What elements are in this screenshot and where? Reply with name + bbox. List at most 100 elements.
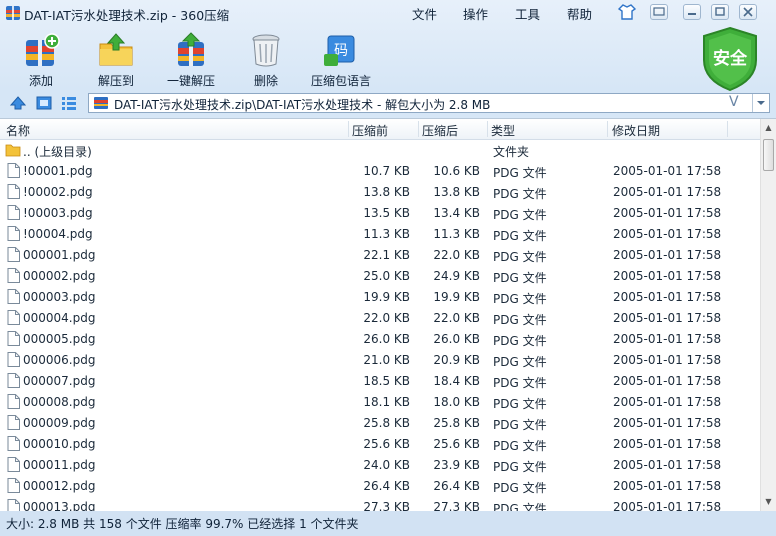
menu-file[interactable]: 文件	[412, 4, 437, 22]
file-name: 000001.pdg	[23, 248, 96, 262]
menu-tools[interactable]: 工具	[515, 4, 540, 22]
extract-to-icon	[99, 33, 133, 66]
scroll-thumb[interactable]	[763, 139, 774, 171]
file-icon	[7, 478, 20, 493]
file-type: PDG 文件	[493, 166, 547, 180]
list-view-icon[interactable]	[61, 95, 77, 111]
file-row[interactable]: 000010.pdg 25.6 KB 25.6 KB PDG 文件 2005-01-01…	[0, 433, 760, 454]
file-icon	[7, 373, 20, 388]
file-name: 000010.pdg	[23, 437, 96, 451]
file-modified: 2005-01-01 17:58	[613, 479, 722, 493]
feedback-button[interactable]	[650, 4, 668, 20]
file-icon	[7, 499, 20, 511]
file-modified: 2005-01-01 17:58	[613, 290, 722, 304]
file-name: 000013.pdg	[23, 500, 96, 511]
close-button[interactable]	[739, 4, 757, 20]
file-row[interactable]: 000009.pdg 25.8 KB 25.8 KB PDG 文件 2005-01-01…	[0, 412, 760, 433]
file-type: PDG 文件	[493, 292, 547, 306]
column-name[interactable]: 名称	[6, 122, 30, 139]
file-row[interactable]: !00001.pdg 10.7 KB 10.6 KB PDG 文件 2005-01-01…	[0, 160, 760, 181]
archive-language-icon: 码	[324, 35, 355, 66]
one-click-extract-button[interactable]: 一键解压	[161, 32, 221, 88]
file-icon	[7, 436, 20, 451]
parent-folder-row[interactable]: .. (上级目录) 文件夹	[0, 139, 760, 160]
file-modified: 2005-01-01 17:58	[613, 311, 722, 325]
file-name: !00004.pdg	[23, 227, 93, 241]
file-row[interactable]: 000012.pdg 26.4 KB 26.4 KB PDG 文件 2005-01-01…	[0, 475, 760, 496]
file-packed-size: 19.9 KB	[363, 290, 410, 304]
file-name: !00002.pdg	[23, 185, 93, 199]
file-name: !00001.pdg	[23, 164, 93, 178]
shirt-skin-icon[interactable]	[618, 4, 636, 20]
address-bar[interactable]: DAT-IAT污水处理技术.zip\DAT-IAT污水处理技术 - 解包大小为 …	[88, 93, 770, 113]
file-type: PDG 文件	[493, 418, 547, 432]
archive-icon	[94, 97, 108, 109]
scroll-down-arrow-icon[interactable]: ▼	[763, 497, 774, 508]
minimize-button[interactable]	[683, 4, 701, 20]
up-arrow-icon[interactable]	[10, 95, 26, 111]
app-logo-icon	[6, 6, 20, 20]
file-icon	[7, 331, 20, 346]
file-type: PDG 文件	[493, 271, 547, 285]
menu-operate[interactable]: 操作	[463, 4, 488, 22]
extract-to-button[interactable]: 解压到	[86, 32, 146, 88]
chevron-down-icon	[757, 101, 765, 105]
file-icon	[7, 184, 20, 199]
file-icon	[7, 457, 20, 472]
close-icon	[743, 7, 753, 17]
file-row[interactable]: 000008.pdg 18.1 KB 18.0 KB PDG 文件 2005-01-01…	[0, 391, 760, 412]
file-unpacked-size: 11.3 KB	[433, 227, 480, 241]
file-unpacked-size: 13.4 KB	[433, 206, 480, 220]
menu-help[interactable]: 帮助	[567, 4, 592, 22]
file-name: 000002.pdg	[23, 269, 96, 283]
status-bar: 大小: 2.8 MB 共 158 个文件 压缩率 99.7% 已经选择 1 个文…	[0, 512, 776, 536]
file-modified: 2005-01-01 17:58	[613, 437, 722, 451]
column-packed[interactable]: 压缩前	[352, 122, 388, 139]
add-button[interactable]: 添加	[11, 32, 71, 88]
file-row[interactable]: !00003.pdg 13.5 KB 13.4 KB PDG 文件 2005-01-01…	[0, 202, 760, 223]
column-modified[interactable]: 修改日期	[612, 122, 660, 139]
file-row[interactable]: !00002.pdg 13.8 KB 13.8 KB PDG 文件 2005-01-01…	[0, 181, 760, 202]
file-row[interactable]: 000004.pdg 22.0 KB 22.0 KB PDG 文件 2005-01-01…	[0, 307, 760, 328]
file-row[interactable]: 000006.pdg 21.0 KB 20.9 KB PDG 文件 2005-01-01…	[0, 349, 760, 370]
vertical-scrollbar[interactable]: ▲ ▼	[760, 119, 776, 511]
file-type: PDG 文件	[493, 397, 547, 411]
address-v-mark: V	[729, 94, 739, 110]
maximize-button[interactable]	[711, 4, 729, 20]
file-unpacked-size: 18.4 KB	[433, 374, 480, 388]
archive-language-button[interactable]: 码 压缩包语言	[311, 32, 371, 88]
file-row[interactable]: 000013.pdg 27.3 KB 27.3 KB PDG 文件 2005-01-01…	[0, 496, 760, 511]
file-row[interactable]: !00004.pdg 11.3 KB 11.3 KB PDG 文件 2005-01-01…	[0, 223, 760, 244]
address-row: DAT-IAT污水处理技术.zip\DAT-IAT污水处理技术 - 解包大小为 …	[0, 92, 776, 116]
file-icon	[7, 163, 20, 178]
security-shield[interactable]: 安全	[698, 26, 762, 92]
scroll-up-arrow-icon[interactable]: ▲	[763, 123, 774, 134]
file-type: PDG 文件	[493, 481, 547, 495]
file-row[interactable]: 000005.pdg 26.0 KB 26.0 KB PDG 文件 2005-01-01…	[0, 328, 760, 349]
file-modified: 2005-01-01 17:58	[613, 416, 722, 430]
file-row[interactable]: 000002.pdg 25.0 KB 24.9 KB PDG 文件 2005-01-01…	[0, 265, 760, 286]
security-label: 安全	[713, 49, 747, 69]
file-modified: 2005-01-01 17:58	[613, 374, 722, 388]
file-modified: 2005-01-01 17:58	[613, 248, 722, 262]
one-click-extract-icon	[178, 32, 204, 66]
column-unpacked[interactable]: 压缩后	[422, 122, 458, 139]
file-modified: 2005-01-01 17:58	[613, 353, 722, 367]
trash-can-icon	[252, 34, 280, 67]
thumbnail-view-icon[interactable]	[36, 95, 52, 111]
address-dropdown[interactable]	[752, 94, 769, 112]
file-type: PDG 文件	[493, 187, 547, 201]
file-row[interactable]: 000003.pdg 19.9 KB 19.9 KB PDG 文件 2005-01-01…	[0, 286, 760, 307]
file-packed-size: 22.0 KB	[363, 311, 410, 325]
file-list: 名称 压缩前 压缩后 类型 修改日期 .. (上级目录) 文件夹 !00001.…	[0, 118, 776, 511]
file-row[interactable]: 000001.pdg 22.1 KB 22.0 KB PDG 文件 2005-01-01…	[0, 244, 760, 265]
delete-button[interactable]: 删除	[236, 32, 296, 88]
add-label: 添加	[28, 74, 53, 88]
file-unpacked-size: 18.0 KB	[433, 395, 480, 409]
file-icon	[7, 352, 20, 367]
file-modified: 2005-01-01 17:58	[613, 185, 722, 199]
file-icon	[7, 394, 20, 409]
column-type[interactable]: 类型	[491, 122, 515, 139]
file-row[interactable]: 000007.pdg 18.5 KB 18.4 KB PDG 文件 2005-01-01…	[0, 370, 760, 391]
file-row[interactable]: 000011.pdg 24.0 KB 23.9 KB PDG 文件 2005-01-01…	[0, 454, 760, 475]
